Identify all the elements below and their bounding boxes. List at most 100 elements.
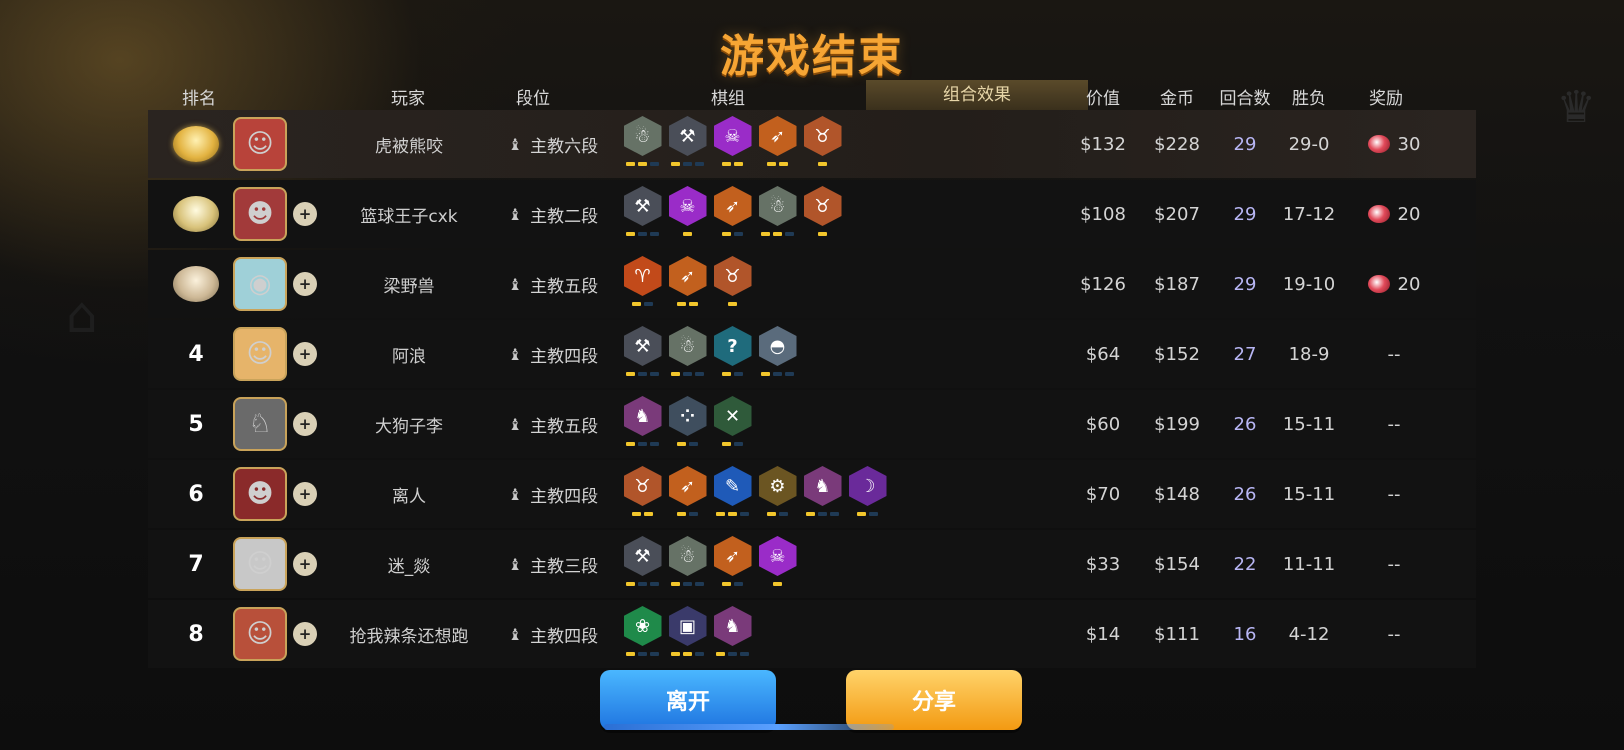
add-friend-icon[interactable]: + <box>293 622 317 646</box>
avatar[interactable]: ☺ <box>233 327 287 381</box>
rounds-text: 29 <box>1233 133 1257 155</box>
trait-item[interactable]: ♞ <box>800 466 845 526</box>
crown-icon: ♛ <box>1556 82 1596 133</box>
pip-filled <box>689 302 698 306</box>
win-loss-text: 29-0 <box>1288 133 1330 155</box>
trait-item[interactable]: ⚒ <box>665 116 710 176</box>
trait-item[interactable]: ♉ <box>620 466 665 526</box>
trait-progress <box>671 652 704 656</box>
trait-progress <box>722 372 743 376</box>
pip-empty <box>644 302 653 306</box>
trait-item[interactable]: ☃ <box>755 186 800 246</box>
trait-list: ⚒ ☃ ➶ ☠ <box>620 536 800 596</box>
player-name[interactable]: 阿浪 <box>392 342 426 367</box>
add-friend-icon[interactable]: + <box>293 482 317 506</box>
trait-item[interactable]: ◓ <box>755 326 800 386</box>
trait-item[interactable]: ➶ <box>755 116 800 176</box>
trait-item[interactable]: ♞ <box>620 396 665 456</box>
pip-empty <box>638 582 647 586</box>
avatar[interactable]: ♘ <box>233 397 287 451</box>
trait-progress <box>767 162 788 166</box>
value-cell: $132 <box>1078 110 1128 178</box>
add-friend-icon[interactable]: + <box>293 552 317 576</box>
player-name[interactable]: 梁野兽 <box>384 272 435 297</box>
avatar[interactable]: ☻ <box>233 467 287 521</box>
pip-filled <box>722 232 731 236</box>
knight-icon: ♞ <box>803 466 842 506</box>
add-friend-icon[interactable]: + <box>293 272 317 296</box>
trait-item[interactable]: ⚒ <box>620 536 665 596</box>
rounds-cell: 16 <box>1210 600 1280 668</box>
player-name-cell: 梁野兽 <box>324 250 494 318</box>
trait-item[interactable]: ☃ <box>620 116 665 176</box>
trait-item[interactable]: ☃ <box>665 536 710 596</box>
trait-progress <box>818 162 827 166</box>
trait-item[interactable]: ☽ <box>845 466 890 526</box>
trait-item[interactable]: ✕ <box>710 396 755 456</box>
trait-item[interactable]: ⚒ <box>620 326 665 386</box>
player-name[interactable]: 虎被熊咬 <box>375 132 443 157</box>
avatar[interactable]: ◉ <box>233 257 287 311</box>
pip-empty <box>683 372 692 376</box>
tier-label: 主教六段 <box>530 136 599 157</box>
player-name[interactable]: 抢我辣条还想跑 <box>350 622 469 647</box>
avatar-cell: ☺ <box>230 320 290 388</box>
reward-cell: -- <box>1344 600 1444 668</box>
add-friend-icon[interactable]: + <box>293 412 317 436</box>
trait-item[interactable]: ☠ <box>710 116 755 176</box>
player-name[interactable]: 篮球王子cxk <box>360 202 457 227</box>
player-name[interactable]: 迷_燚 <box>388 552 431 577</box>
rank-number: 4 <box>188 341 204 367</box>
player-name-cell: 抢我辣条还想跑 <box>324 600 494 668</box>
trait-item[interactable]: ⚙ <box>755 466 800 526</box>
trait-item[interactable]: ⁘ <box>665 396 710 456</box>
share-button[interactable]: 分享 <box>846 670 1022 730</box>
leave-button[interactable]: 离开 <box>600 670 776 730</box>
pip-filled <box>683 652 692 656</box>
avatar[interactable]: ☺ <box>233 537 287 591</box>
header-combo-tab[interactable]: 组合效果 <box>866 80 1088 110</box>
player-name[interactable]: 大狗子李 <box>375 412 443 437</box>
trait-item[interactable]: ♈ <box>620 256 665 316</box>
pip-filled <box>722 372 731 376</box>
gold-text: $207 <box>1154 203 1200 225</box>
bishop-icon: ♝ <box>507 554 523 574</box>
trait-item[interactable]: ♉ <box>800 186 845 246</box>
reward-cell: 30 <box>1344 110 1444 178</box>
pip-filled <box>626 652 635 656</box>
header-tier: 段位 <box>516 89 550 109</box>
trait-item[interactable]: ☠ <box>665 186 710 246</box>
pip-empty <box>650 162 659 166</box>
trait-item[interactable]: ❀ <box>620 606 665 666</box>
trait-item[interactable]: ☃ <box>665 326 710 386</box>
pip-filled <box>722 162 731 166</box>
player-name[interactable]: 离人 <box>392 482 426 507</box>
trait-item[interactable]: ♉ <box>710 256 755 316</box>
trait-item[interactable]: ✎ <box>710 466 755 526</box>
pip-empty <box>773 372 782 376</box>
table-row: 6 ☻ + 离人 ♝ 主教四段 ♉ ➶ ✎ ⚙ ♞ ☽ $70 $148 26 15-11 -- <box>148 460 1476 528</box>
trait-item[interactable]: ➶ <box>710 536 755 596</box>
trait-progress <box>671 582 704 586</box>
avatar[interactable]: ☻ <box>233 187 287 241</box>
avatar[interactable]: ☺ <box>233 607 287 661</box>
add-friend-icon[interactable]: + <box>293 202 317 226</box>
avatar[interactable]: ☺ <box>233 117 287 171</box>
trait-item[interactable]: ? <box>710 326 755 386</box>
trait-item[interactable]: ▣ <box>665 606 710 666</box>
helmet-icon: ◓ <box>758 326 797 366</box>
table-row: 4 ☺ + 阿浪 ♝ 主教四段 ⚒ ☃? ◓ $64 $152 27 18-9 -- <box>148 320 1476 388</box>
trait-item[interactable]: ➶ <box>665 256 710 316</box>
add-friend-icon[interactable]: + <box>293 342 317 366</box>
trait-item[interactable]: ➶ <box>710 186 755 246</box>
trait-item[interactable]: ☠ <box>755 536 800 596</box>
pip-empty <box>695 372 704 376</box>
pip-filled <box>632 512 641 516</box>
trait-item[interactable]: ➶ <box>665 466 710 526</box>
reward-cell: 20 <box>1344 180 1444 248</box>
bottom-progress-strip <box>604 724 894 730</box>
trait-item[interactable]: ♉ <box>800 116 845 176</box>
trait-item[interactable]: ♞ <box>710 606 755 666</box>
pip-filled <box>632 302 641 306</box>
trait-item[interactable]: ⚒ <box>620 186 665 246</box>
